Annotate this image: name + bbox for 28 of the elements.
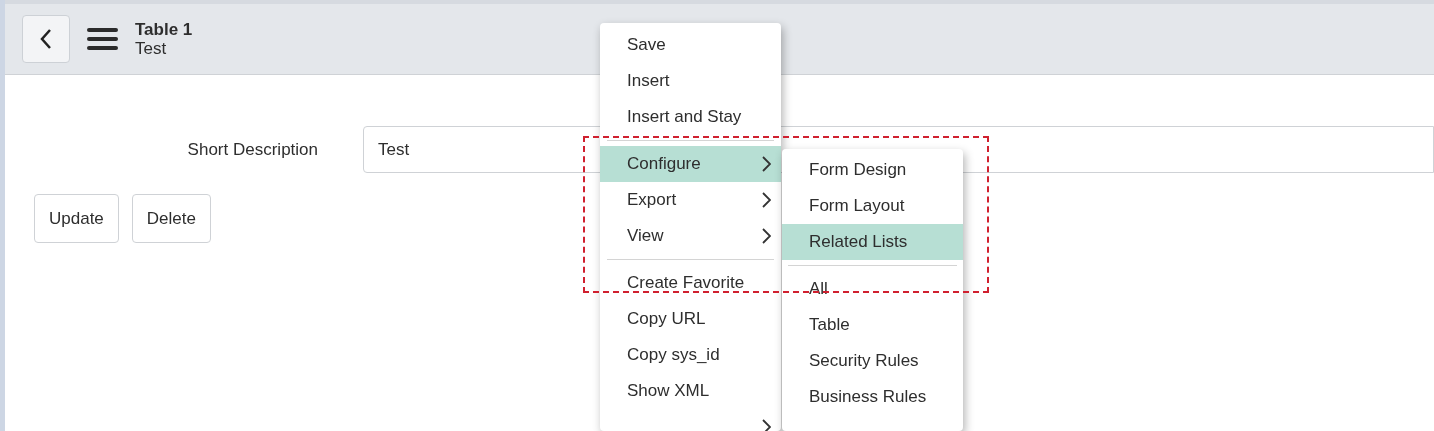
menu-item[interactable]: Form Design bbox=[782, 152, 963, 188]
menu-item[interactable]: Save bbox=[600, 27, 781, 63]
form-button[interactable]: Delete bbox=[131, 194, 211, 243]
chevron-right-icon bbox=[762, 419, 771, 431]
menu-item[interactable]: Insert and Stay bbox=[600, 99, 781, 135]
menu-item[interactable]: Create Favorite bbox=[600, 265, 781, 301]
back-button[interactable] bbox=[22, 15, 70, 63]
menu-item[interactable]: Copy URL bbox=[600, 301, 781, 337]
chevron-right-icon bbox=[762, 228, 771, 244]
chevron-right-icon bbox=[762, 192, 771, 208]
menu-item[interactable]: Business Rules bbox=[782, 379, 963, 415]
chevron-right-icon bbox=[762, 156, 771, 172]
menu-item[interactable]: Related Lists bbox=[782, 224, 963, 260]
menu-item[interactable]: Show XML bbox=[600, 373, 781, 409]
menu-icon[interactable] bbox=[87, 27, 118, 51]
form-button[interactable]: Update bbox=[34, 194, 119, 243]
menu-item[interactable]: Configure bbox=[600, 146, 781, 182]
record-title: Table 1 bbox=[135, 20, 193, 39]
chevron-left-icon bbox=[39, 28, 53, 50]
field-label: Short Description bbox=[186, 138, 318, 161]
menu-item[interactable]: View bbox=[600, 218, 781, 254]
menu-item[interactable]: Security Rules bbox=[782, 343, 963, 379]
menu-item[interactable]: Copy sys_id bbox=[600, 337, 781, 373]
record-subtitle: Test bbox=[135, 39, 168, 58]
menu-item[interactable]: Form Layout bbox=[782, 188, 963, 224]
menu-item[interactable]: Export bbox=[600, 182, 781, 218]
menu-item[interactable]: Insert bbox=[600, 63, 781, 99]
menu-item[interactable]: Table bbox=[782, 307, 963, 343]
